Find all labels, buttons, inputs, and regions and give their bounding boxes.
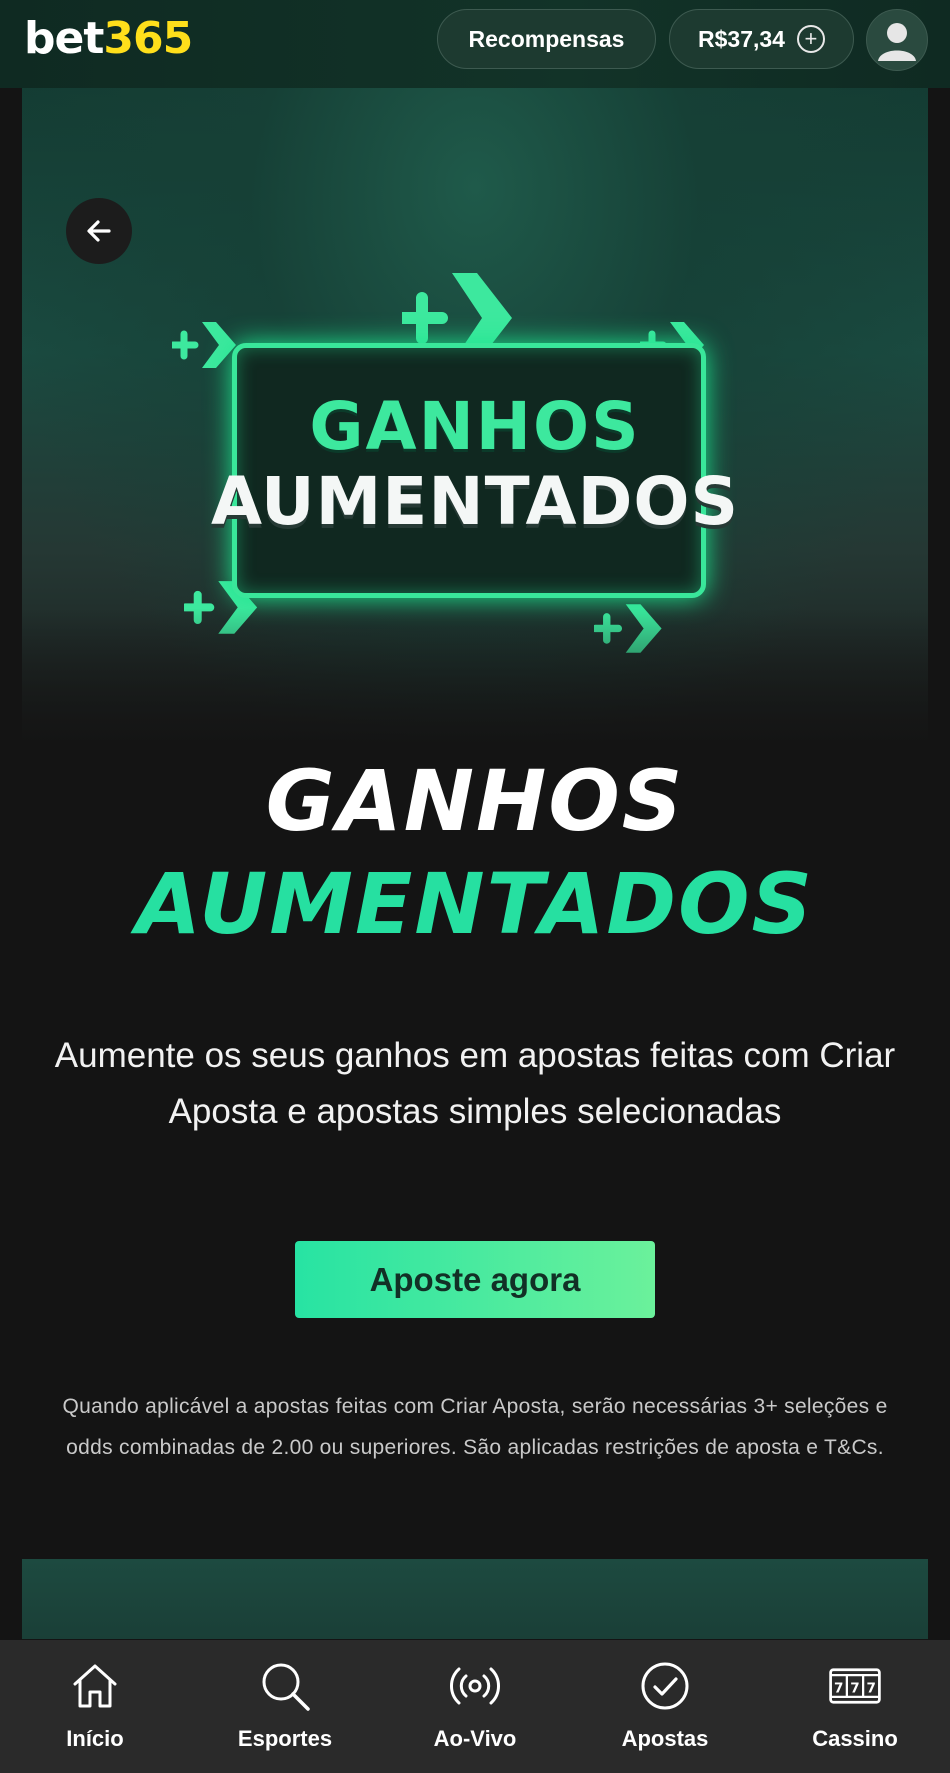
promo-description: Aumente os seus ganhos em apostas feitas… xyxy=(54,1036,896,1131)
banner-title-line2: AUMENTADOS xyxy=(210,463,740,540)
bet-now-button[interactable]: Aposte agora xyxy=(295,1241,655,1318)
nav-label: Início xyxy=(66,1726,124,1751)
nav-item-cassino[interactable]: 7 7 7 Cassino xyxy=(760,1640,950,1773)
nav-label: Cassino xyxy=(812,1726,898,1751)
promo-headline-line1: GANHOS xyxy=(265,752,685,850)
nav-label: Ao-Vivo xyxy=(433,1726,517,1751)
nav-item-esportes[interactable]: Esportes xyxy=(190,1640,380,1773)
back-button[interactable] xyxy=(66,198,132,264)
rewards-label: Recompensas xyxy=(468,25,625,52)
plus-arrow-decoration-icon xyxy=(594,604,662,653)
svg-text:7: 7 xyxy=(834,1680,843,1696)
check-circle-icon xyxy=(641,1662,689,1710)
promo-banner: GANHOS AUMENTADOS xyxy=(22,88,928,748)
account-avatar-button[interactable] xyxy=(866,9,928,71)
nav-item-ao-vivo[interactable]: Ao-Vivo xyxy=(380,1640,570,1773)
bet365-logo[interactable]: bet365 xyxy=(24,13,193,64)
add-funds-icon[interactable]: + xyxy=(796,25,825,53)
nav-label: Apostas xyxy=(621,1726,709,1751)
slot-machine-icon: 7 7 7 xyxy=(829,1668,881,1704)
arrow-left-icon xyxy=(87,220,111,242)
promo-headline-line2: AUMENTADOS xyxy=(135,855,815,953)
nav-item-inicio[interactable]: Início xyxy=(0,1640,190,1773)
banner-title-line1: GANHOS xyxy=(309,388,641,465)
top-header: bet365 Recompensas R$37,34 + xyxy=(0,0,950,88)
search-icon xyxy=(262,1663,310,1711)
nav-label: Esportes xyxy=(237,1726,333,1751)
svg-text:7: 7 xyxy=(850,1680,859,1696)
balance-button[interactable]: R$37,34 + xyxy=(669,9,854,69)
rewards-button[interactable]: Recompensas xyxy=(437,9,656,69)
svg-text:7: 7 xyxy=(867,1680,876,1696)
logo-bet-text: bet xyxy=(24,13,104,64)
terms-text: Quando aplicável a apostas feitas com Cr… xyxy=(62,1395,888,1459)
user-icon xyxy=(878,23,916,61)
live-broadcast-icon xyxy=(449,1667,501,1705)
home-icon xyxy=(73,1664,117,1708)
logo-365-text: 365 xyxy=(103,13,193,64)
bottom-navigation: Início Esportes Ao-Vivo Apostas 7 7 7 Ca… xyxy=(0,1640,950,1773)
nav-item-apostas[interactable]: Apostas xyxy=(570,1640,760,1773)
bet-now-label: Aposte agora xyxy=(369,1260,581,1298)
next-promo-card[interactable] xyxy=(22,1559,928,1639)
balance-amount: R$37,34 xyxy=(698,25,785,52)
